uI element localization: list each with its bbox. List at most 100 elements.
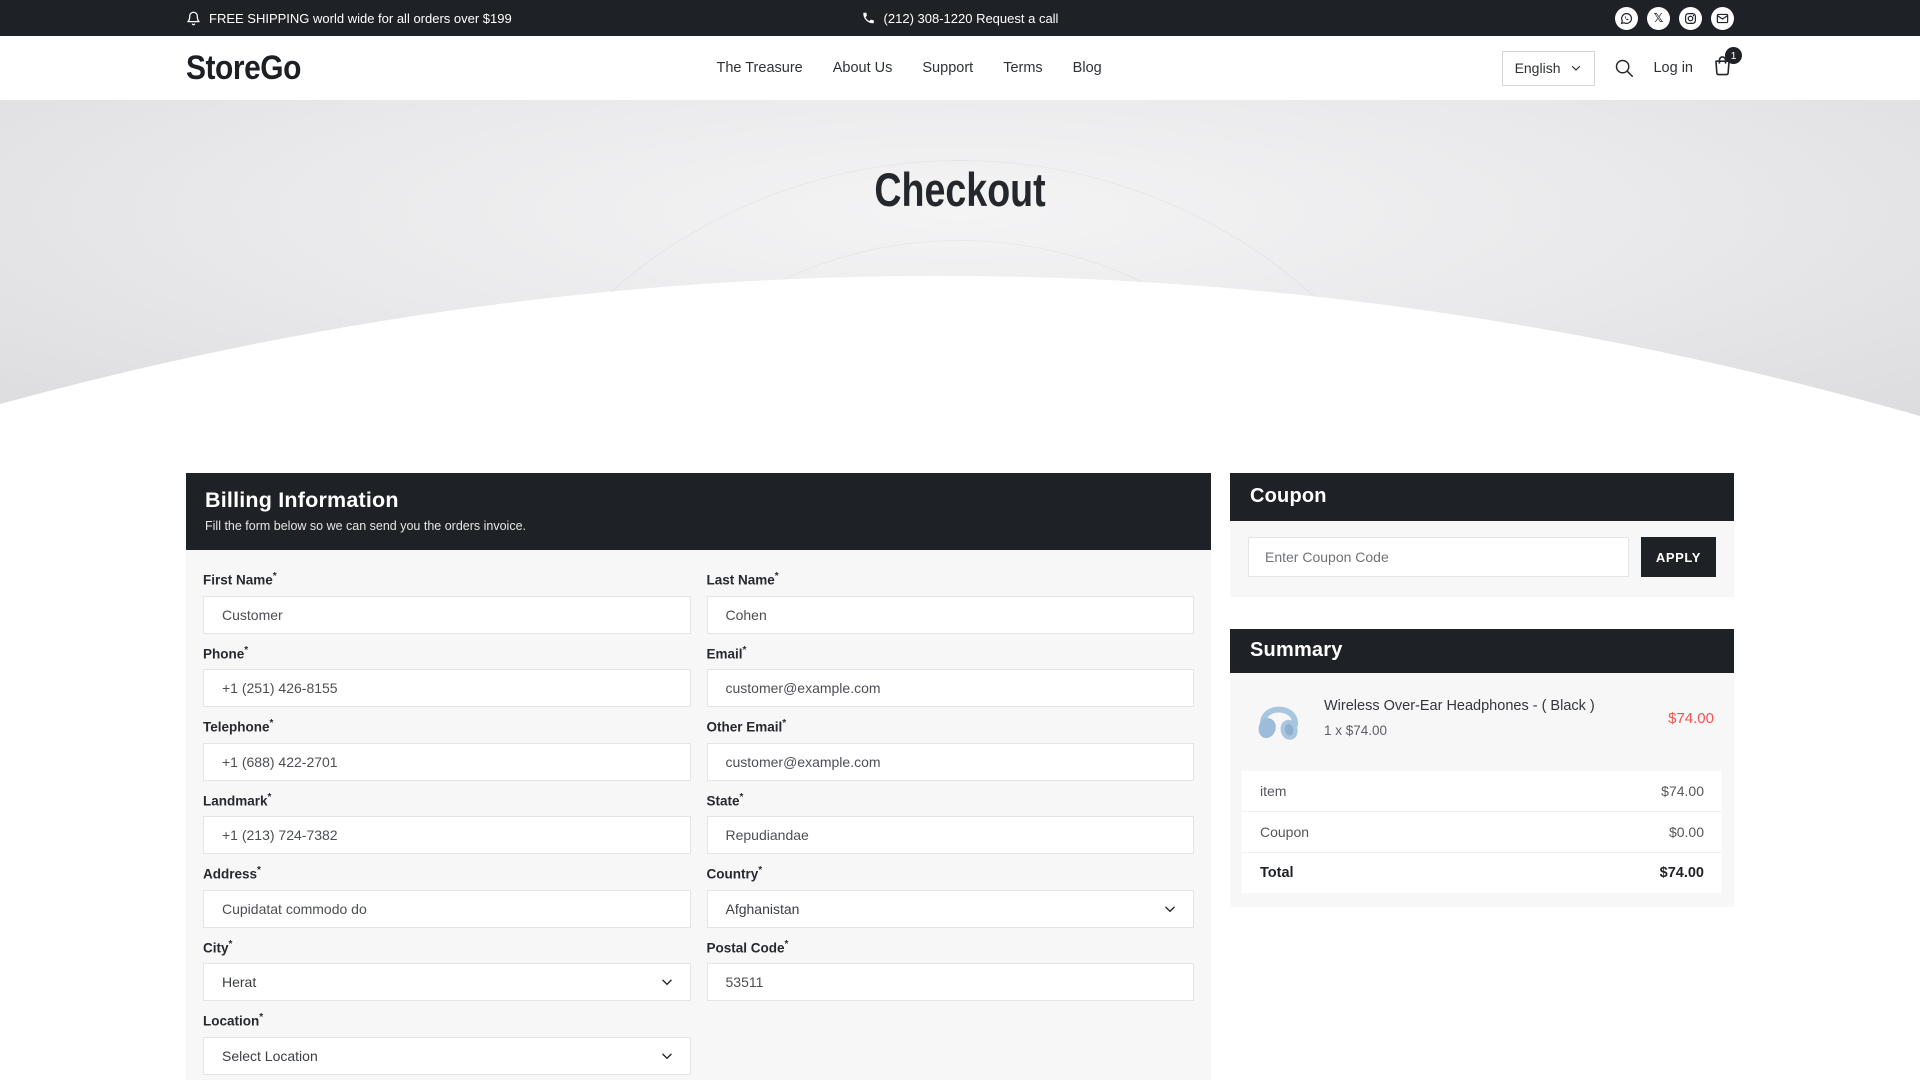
field-last-name: Last Name* — [707, 571, 1195, 634]
chevron-down-icon — [1163, 902, 1177, 916]
login-link[interactable]: Log in — [1653, 60, 1693, 76]
other-email-label: Other Email* — [707, 718, 1195, 735]
address-input[interactable] — [203, 890, 691, 928]
telephone-input[interactable] — [203, 743, 691, 781]
checkout-content: Billing Information Fill the form below … — [186, 473, 1734, 1080]
whatsapp-icon[interactable] — [1615, 7, 1638, 30]
field-landmark: Landmark* — [203, 792, 691, 855]
bell-icon — [186, 11, 201, 26]
field-other-email: Other Email* — [707, 718, 1195, 781]
coupon-code-input[interactable] — [1248, 537, 1629, 577]
request-call-link[interactable]: (212) 308-1220 Request a call — [862, 0, 1059, 36]
billing-title: Billing Information — [205, 488, 1192, 513]
phone-input[interactable] — [203, 669, 691, 707]
apply-coupon-button[interactable]: APPLY — [1641, 537, 1716, 577]
product-image-headphones — [1250, 689, 1308, 747]
summary-row-value: $74.00 — [1661, 783, 1704, 799]
field-state: State* — [707, 792, 1195, 855]
cart-button[interactable]: 1 — [1711, 54, 1734, 82]
country-select[interactable]: Afghanistan — [707, 890, 1195, 928]
shipping-notice-text: FREE SHIPPING world wide for all orders … — [209, 11, 512, 26]
location-select[interactable]: Select Location — [203, 1037, 691, 1075]
site-header: StoreGo The Treasure About Us Support Te… — [0, 36, 1920, 100]
required-asterisk: * — [758, 865, 762, 876]
city-select[interactable]: Herat — [203, 963, 691, 1001]
summary-row-item: item $74.00 — [1242, 771, 1722, 812]
shipping-notice: FREE SHIPPING world wide for all orders … — [186, 11, 512, 26]
country-label: Country* — [707, 865, 1195, 882]
address-label: Address* — [203, 865, 691, 882]
other-email-input[interactable] — [707, 743, 1195, 781]
language-value: English — [1515, 60, 1561, 76]
required-asterisk: * — [775, 571, 779, 582]
field-first-name: First Name* — [203, 571, 691, 634]
x-twitter-icon[interactable]: 𝕏 — [1647, 7, 1670, 30]
language-select[interactable]: English — [1502, 51, 1596, 86]
product-line-total: $74.00 — [1668, 710, 1714, 727]
field-country: Country* Afghanistan — [707, 865, 1195, 928]
required-asterisk: * — [785, 939, 789, 950]
chevron-down-icon — [1570, 62, 1582, 74]
email-label: Email* — [707, 645, 1195, 662]
instagram-icon[interactable] — [1679, 7, 1702, 30]
chevron-down-icon — [660, 1049, 674, 1063]
billing-form: First Name* Last Name* Phone* Email* Tel… — [186, 550, 1211, 1080]
summary-product-row: Wireless Over-Ear Headphones - ( Black )… — [1230, 673, 1734, 765]
landmark-input[interactable] — [203, 816, 691, 854]
product-qty-price: 1 x $74.00 — [1324, 723, 1656, 738]
nav-the-treasure[interactable]: The Treasure — [716, 60, 802, 76]
landmark-label: Landmark* — [203, 792, 691, 809]
postal-code-input[interactable] — [707, 963, 1195, 1001]
required-asterisk: * — [229, 939, 233, 950]
summary-totals-table: item $74.00 Coupon $0.00 Total $74.00 — [1242, 771, 1722, 893]
social-links: 𝕏 — [1615, 7, 1734, 30]
required-asterisk: * — [268, 792, 272, 803]
email-icon[interactable] — [1711, 7, 1734, 30]
page-hero: Checkout — [0, 100, 1920, 420]
nav-blog[interactable]: Blog — [1073, 60, 1102, 76]
phone-text: (212) 308-1220 Request a call — [884, 11, 1059, 26]
summary-title: Summary — [1250, 639, 1714, 662]
city-select-value: Herat — [222, 974, 256, 990]
first-name-input[interactable] — [203, 596, 691, 634]
summary-row-value: $0.00 — [1669, 824, 1704, 840]
field-postal-code: Postal Code* — [707, 939, 1195, 1002]
field-telephone: Telephone* — [203, 718, 691, 781]
top-announcement-bar: FREE SHIPPING world wide for all orders … — [0, 0, 1920, 36]
hero-curve-decoration — [0, 100, 1920, 420]
postal-code-label: Postal Code* — [707, 939, 1195, 956]
billing-section: Billing Information Fill the form below … — [186, 473, 1211, 1080]
cart-count-badge: 1 — [1725, 47, 1742, 64]
required-asterisk: * — [257, 865, 261, 876]
country-select-value: Afghanistan — [726, 901, 800, 917]
summary-row-total: Total $74.00 — [1242, 853, 1722, 893]
field-city: City* Herat — [203, 939, 691, 1002]
last-name-label: Last Name* — [707, 571, 1195, 588]
summary-row-value: $74.00 — [1660, 865, 1704, 881]
field-address: Address* — [203, 865, 691, 928]
storego-logo[interactable]: StoreGo — [186, 49, 301, 88]
email-input[interactable] — [707, 669, 1195, 707]
location-select-value: Select Location — [222, 1048, 318, 1064]
required-asterisk: * — [743, 645, 747, 656]
required-asterisk: * — [259, 1012, 263, 1023]
required-asterisk: * — [270, 718, 274, 729]
required-asterisk: * — [244, 645, 248, 656]
field-phone: Phone* — [203, 645, 691, 708]
first-name-label: First Name* — [203, 571, 691, 588]
search-icon[interactable] — [1613, 57, 1635, 79]
required-asterisk: * — [273, 571, 277, 582]
nav-about-us[interactable]: About Us — [833, 60, 893, 76]
page-title: Checkout — [192, 162, 1728, 217]
summary-row-coupon: Coupon $0.00 — [1242, 812, 1722, 853]
state-label: State* — [707, 792, 1195, 809]
nav-terms[interactable]: Terms — [1003, 60, 1042, 76]
city-label: City* — [203, 939, 691, 956]
nav-support[interactable]: Support — [922, 60, 973, 76]
last-name-input[interactable] — [707, 596, 1195, 634]
telephone-label: Telephone* — [203, 718, 691, 735]
state-input[interactable] — [707, 816, 1195, 854]
location-label: Location* — [203, 1012, 691, 1029]
required-asterisk: * — [740, 792, 744, 803]
phone-icon — [862, 11, 876, 25]
